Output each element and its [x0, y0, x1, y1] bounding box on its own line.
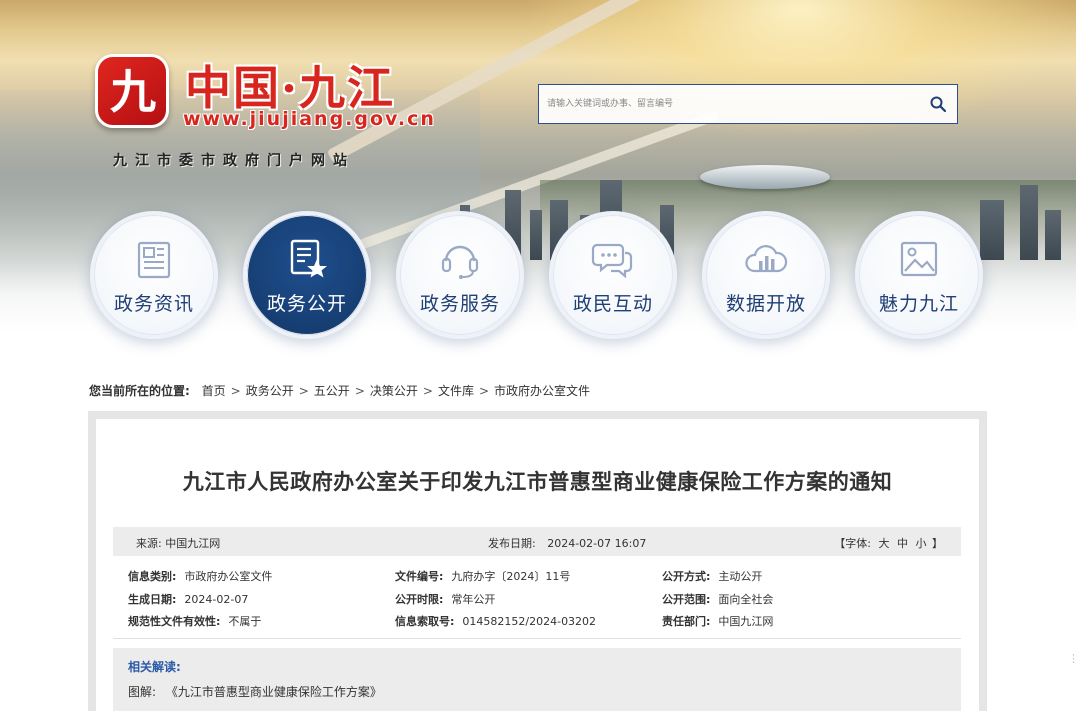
breadcrumb-home[interactable]: 首页 [202, 384, 226, 398]
document-info-table: 信息类别: 市政府办公室文件 文件编号: 九府办字〔2024〕11号 公开方式: 主动… [113, 556, 961, 639]
article-title: 九江市人民政府办公室关于印发九江市普惠型商业健康保险工作方案的通知 [182, 470, 893, 494]
info-category: 信息类别: 市政府办公室文件 [128, 570, 273, 583]
document-star-icon [290, 239, 327, 278]
nav-item-label: 数据开放 [725, 293, 806, 315]
breadcrumb-document-library[interactable]: 文件库 [438, 384, 474, 398]
headset-icon [441, 245, 479, 279]
info-generated-date: 生成日期: 2024-02-07 [128, 593, 249, 606]
article-publish-date: 发布日期: 2024-02-07 16:07 [488, 537, 647, 550]
font-size-control: 【字体: 大 中 小 】 [834, 537, 943, 550]
nav-item-open-data[interactable]: 数据开放 [702, 211, 830, 339]
breadcrumb-office-documents[interactable]: 市政府办公室文件 [494, 384, 590, 398]
breadcrumb: 您当前所在的位置: 首页 > 政务公开 > 五公开 > 决策公开 > 文件库 > 市政府办公室文件 [89, 384, 591, 398]
article-source-value: 中国九江网 [165, 537, 221, 550]
breadcrumb-label: 您当前所在的位置: [89, 384, 190, 398]
picture-icon [900, 241, 938, 277]
info-document-number: 文件编号: 九府办字〔2024〕11号 [395, 570, 571, 583]
nav-item-services[interactable]: 政务服务 [396, 211, 524, 339]
nav-item-label: 政务资讯 [113, 293, 194, 315]
info-normative-validity: 规范性文件有效性: 不属于 [128, 615, 262, 628]
related-item-link[interactable]: 《九江市普惠型商业健康保险工作方案》 [166, 685, 382, 699]
article-source: 来源: 中国九江网 [136, 537, 221, 550]
related-interpretation: 相关解读: 图解: 《九江市普惠型商业健康保险工作方案》 [113, 648, 961, 711]
side-float-edge: ⋮ [1068, 652, 1076, 665]
cloud-chart-icon [745, 245, 788, 273]
info-responsible-department: 责任部门: 中国九江网 [662, 615, 774, 628]
breadcrumb-open-government[interactable]: 政务公开 [246, 384, 294, 398]
info-disclosure-scope: 公开范围: 面向全社会 [662, 593, 774, 606]
breadcrumb-decision-disclosure[interactable]: 决策公开 [370, 384, 418, 398]
main-nav: 政务资讯 政务公开 政务服务 政民互动 数据开放 魅力九江 [0, 0, 1076, 380]
nav-item-open-government[interactable]: 政务公开 [243, 211, 371, 339]
font-size-large-button[interactable]: 大 [879, 537, 890, 550]
chat-bubbles-icon [591, 243, 633, 279]
nav-item-label: 政务服务 [419, 293, 500, 315]
nav-item-news[interactable]: 政务资讯 [90, 211, 218, 339]
nav-item-charm[interactable]: 魅力九江 [855, 211, 983, 339]
font-size-medium-button[interactable]: 中 [897, 537, 908, 550]
related-item: 图解: 《九江市普惠型商业健康保险工作方案》 [128, 685, 382, 699]
info-disclosure-method: 公开方式: 主动公开 [662, 570, 763, 583]
article-meta-bar: 来源: 中国九江网 发布日期: 2024-02-07 16:07 【字体: 大 … [113, 527, 961, 556]
breadcrumb-five-disclosures[interactable]: 五公开 [314, 384, 350, 398]
info-disclosure-period: 公开时限: 常年公开 [395, 593, 496, 606]
related-heading: 相关解读: [128, 660, 181, 674]
info-index-number: 信息索取号: 014582152/2024-03202 [395, 615, 597, 628]
nav-item-label: 政务公开 [266, 293, 347, 315]
publish-date-value: 2024-02-07 16:07 [547, 537, 647, 550]
nav-item-label: 魅力九江 [878, 293, 959, 315]
font-size-small-button[interactable]: 小 [916, 537, 927, 550]
nav-item-interaction[interactable]: 政民互动 [549, 211, 677, 339]
nav-item-label: 政民互动 [572, 293, 653, 315]
newspaper-icon [137, 241, 171, 279]
